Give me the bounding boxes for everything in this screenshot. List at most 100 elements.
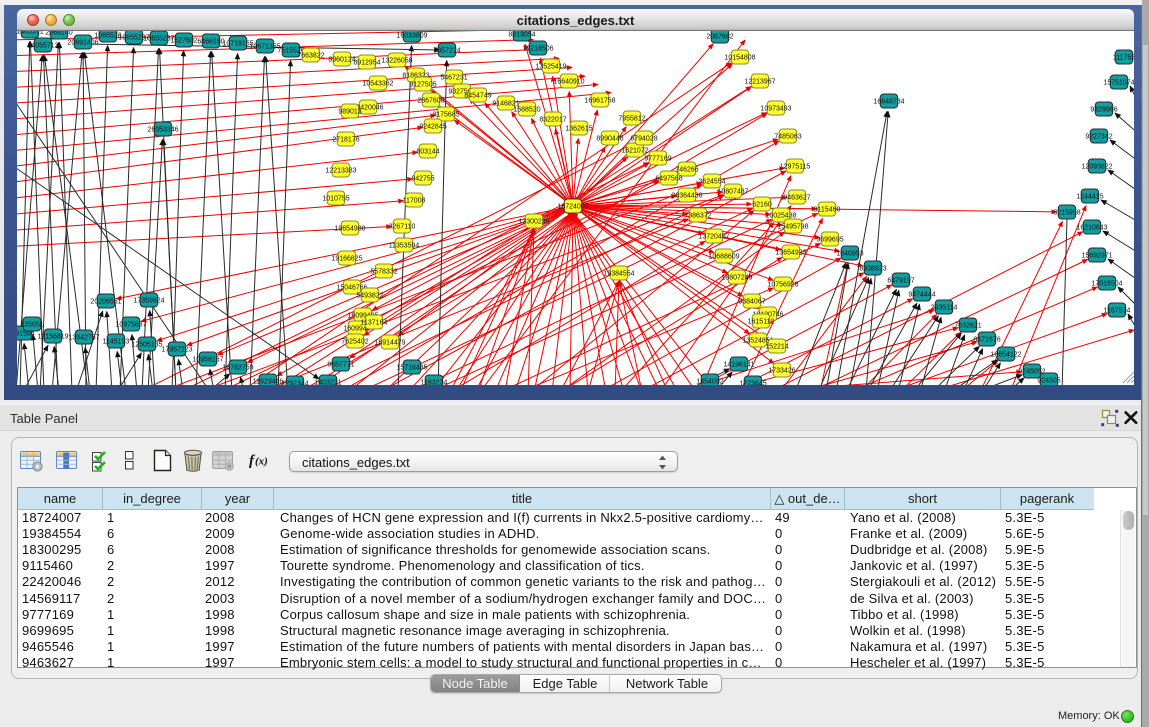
svg-text:20691406: 20691406: [67, 39, 98, 46]
svg-text:2867608: 2867608: [417, 97, 444, 104]
svg-text:5467231: 5467231: [440, 74, 467, 81]
svg-text:8813054: 8813054: [508, 31, 535, 38]
svg-text:7632621: 7632621: [954, 322, 981, 329]
svg-text:12213967: 12213967: [744, 78, 775, 85]
svg-text:1454092: 1454092: [696, 378, 723, 385]
svg-text:7625402: 7625402: [341, 338, 368, 345]
svg-text:13720407: 13720407: [698, 233, 729, 240]
svg-text:12093822: 12093822: [1081, 163, 1112, 170]
svg-text:5578332: 5578332: [370, 268, 397, 275]
svg-text:8471676: 8471676: [973, 336, 1000, 343]
svg-text:9463627: 9463627: [783, 194, 810, 201]
svg-text:26053346: 26053346: [147, 126, 178, 133]
svg-text:19218506: 19218506: [522, 45, 553, 52]
svg-text:6794028: 6794028: [630, 135, 657, 142]
svg-text:9227342: 9227342: [1085, 133, 1112, 140]
svg-text:10807487: 10807487: [717, 188, 748, 195]
svg-text:13654923: 13654923: [775, 249, 806, 256]
svg-text:1405571: 1405571: [17, 31, 44, 35]
svg-text:18724007: 18724007: [557, 203, 588, 210]
svg-text:1362615: 1362615: [565, 125, 592, 132]
svg-text:14196141: 14196141: [723, 361, 754, 368]
svg-text:8990448: 8990448: [596, 135, 623, 142]
svg-text:19166825: 19166825: [331, 255, 362, 262]
svg-text:111753: 111753: [1113, 54, 1134, 61]
svg-text:7955812: 7955812: [618, 115, 645, 122]
svg-text:2087682: 2087682: [706, 33, 733, 40]
svg-text:14055713: 14055713: [27, 42, 58, 49]
svg-text:7485063: 7485063: [774, 133, 801, 140]
svg-text:7357224: 7357224: [433, 47, 460, 54]
svg-text:16210643: 16210643: [1076, 224, 1107, 231]
svg-text:12505135: 12505135: [131, 341, 162, 348]
svg-text:7386372: 7386372: [684, 212, 711, 219]
svg-text:10671355: 10671355: [249, 43, 280, 50]
svg-text:10154808: 10154808: [724, 54, 755, 61]
svg-text:924505: 924505: [1037, 377, 1060, 384]
svg-text:8175685: 8175685: [432, 111, 459, 118]
svg-text:1640953: 1640953: [836, 250, 863, 257]
svg-text:15716485: 15716485: [396, 364, 427, 371]
svg-text:16033809: 16033809: [396, 32, 427, 39]
svg-text:9329966: 9329966: [1090, 106, 1117, 113]
svg-text:10973493: 10973493: [760, 105, 791, 112]
svg-text:16782759: 16782759: [222, 364, 253, 371]
svg-text:11353594: 11353594: [389, 242, 420, 249]
svg-text:9777169: 9777169: [644, 155, 671, 162]
svg-text:10975887: 10975887: [115, 321, 146, 328]
svg-text:16648784: 16648784: [873, 98, 904, 105]
svg-text:11923446: 11923446: [253, 378, 284, 385]
svg-text:6479197: 6479197: [887, 277, 914, 284]
svg-text:9127505: 9127505: [409, 81, 436, 88]
svg-text:13942757: 13942757: [68, 334, 99, 341]
svg-text:7663822: 7663822: [297, 52, 324, 59]
svg-text:9115460: 9115460: [814, 206, 841, 213]
svg-text:10025438: 10025438: [765, 212, 796, 219]
svg-text:1183234: 1183234: [421, 379, 448, 385]
svg-text:9699695: 9699695: [816, 236, 843, 243]
svg-text:10688609: 10688609: [708, 253, 739, 260]
svg-text:1167534: 1167534: [1104, 307, 1131, 314]
svg-text:10958167: 10958167: [192, 356, 223, 363]
svg-text:10654122: 10654122: [990, 351, 1021, 358]
svg-text:17016504: 17016504: [1091, 280, 1122, 287]
svg-text:1010755: 1010755: [322, 195, 349, 202]
svg-text:16961758: 16961758: [584, 97, 615, 104]
svg-text:13226058: 13226058: [381, 57, 412, 64]
svg-text:1615112: 1615112: [748, 318, 775, 325]
svg-text:8960124: 8960124: [328, 56, 355, 63]
svg-text:1145193: 1145193: [103, 338, 130, 345]
svg-text:1137164: 1137164: [361, 319, 388, 326]
svg-text:18807249: 18807249: [721, 274, 752, 281]
svg-text:1621072: 1621072: [621, 147, 648, 154]
svg-text:19654988: 19654988: [334, 225, 365, 232]
svg-text:16640910: 16640910: [553, 78, 584, 85]
svg-text:1733426: 1733426: [768, 367, 795, 374]
svg-text:16914479: 16914479: [374, 339, 405, 346]
svg-text:19384554: 19384554: [603, 270, 634, 277]
svg-text:9474444: 9474444: [908, 291, 935, 298]
svg-text:17359924: 17359924: [133, 297, 164, 304]
svg-text:1527602: 1527602: [170, 37, 197, 44]
svg-text:2069140: 2069140: [45, 31, 72, 36]
svg-text:13300235: 13300235: [518, 218, 549, 225]
svg-text:8322017: 8322017: [539, 116, 566, 123]
svg-text:13525419: 13525419: [535, 63, 566, 70]
svg-text:989013: 989013: [338, 108, 361, 115]
svg-text:17957223: 17957223: [161, 346, 192, 353]
svg-text:6466160: 6466160: [197, 38, 224, 45]
svg-text:117008: 117008: [403, 197, 426, 204]
svg-text:3267110: 3267110: [389, 223, 416, 230]
svg-text:942755: 942755: [411, 175, 434, 182]
svg-text:746266: 746266: [675, 166, 698, 173]
svg-text:10756928: 10756928: [767, 281, 798, 288]
svg-text:9242845: 9242845: [419, 123, 446, 130]
svg-text:152214: 152214: [765, 343, 788, 350]
svg-text:1292344: 1292344: [281, 380, 308, 385]
svg-text:(x): (x): [255, 455, 268, 467]
svg-text:1403221: 1403221: [314, 379, 341, 385]
svg-text:15692971: 15692971: [1081, 252, 1112, 259]
svg-text:20206551: 20206551: [90, 298, 121, 305]
svg-text:5493822: 5493822: [356, 292, 383, 299]
svg-text:8938923: 8938923: [859, 265, 886, 272]
